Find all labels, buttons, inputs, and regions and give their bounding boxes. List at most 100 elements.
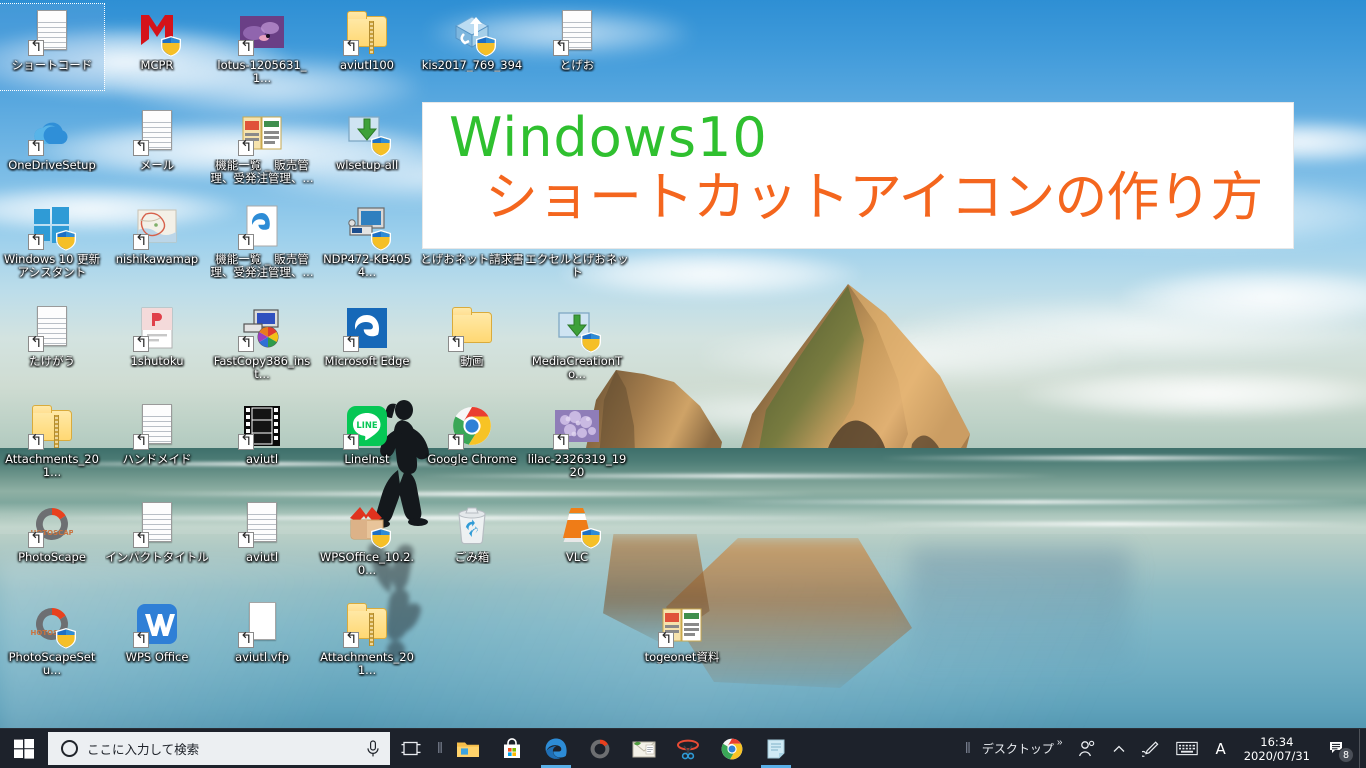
desktop-icon[interactable]: Microsoft Edge [315,300,419,386]
desktop-icon[interactable]: とげお [525,4,629,90]
search-input[interactable]: ここに入力して検索 [87,739,357,758]
desktop-icon[interactable]: VLC [525,496,629,582]
desktop-icon[interactable]: FastCopy386_inst... [210,300,314,386]
desktop-icon[interactable]: OneDriveSetup [0,104,104,190]
desktop-icon[interactable]: NDP472-KB4054... [315,198,419,284]
shortcut-arrow-overlay-icon [343,632,359,648]
desktop-icon[interactable]: ハンドメイド [105,398,209,484]
desktop-icon[interactable]: ショートコード [0,4,104,90]
desktop-icon[interactable]: 1shutoku [105,300,209,386]
desktop-icon-label: メール [105,159,209,172]
ime-mode-indicator[interactable]: A [1206,729,1234,768]
taskbar-mail[interactable] [622,729,666,768]
taskbar-sticky-notes[interactable] [754,729,798,768]
desktop-icon[interactable]: 機能一覧 _ 販売管理、受発注管理、... [210,104,314,190]
tray-people-button[interactable] [1070,729,1104,768]
fastcopy-icon [238,304,286,352]
taskbar-google-chrome[interactable] [710,729,754,768]
uac-shield-overlay-icon [370,527,392,549]
shortcut-arrow-overlay-icon [448,336,464,352]
svg-text:LINE: LINE [356,420,377,430]
desktop-icon[interactable]: aviutl [210,398,314,484]
uac-shield-overlay-icon [475,35,497,57]
desktop-icon-label: aviutl [210,453,314,466]
photo-lotus-icon [238,8,286,56]
file-explorer-icon [456,738,480,760]
folder-icon [448,304,496,352]
clock[interactable]: 16:34 2020/07/31 [1235,729,1319,768]
chevron-double-right-icon[interactable]: » [1057,737,1063,748]
tray-pen-workspace[interactable] [1134,729,1168,768]
desktop-icon[interactable]: PHOTOSCAPE PhotoScapeSetu... [0,596,104,682]
zipfolder-icon [28,402,76,450]
desktop-icon[interactable]: メール [105,104,209,190]
desktop-icon-label: ごみ箱 [420,551,524,564]
desktop-icon[interactable]: Windows 10 更新アシスタント [0,198,104,284]
start-button[interactable] [0,729,48,768]
wps-box-icon [343,500,391,548]
desktop-icon-label: lilac-2326319_1920 [525,453,629,479]
desktop-icon[interactable]: wlsetup-all [315,104,419,190]
chevron-up-icon [1112,742,1126,756]
desktop-icon[interactable]: MCPR [105,4,209,90]
taskbar-microsoft-edge[interactable] [534,729,578,768]
show-desktop-button[interactable] [1359,729,1366,768]
desktop-icon[interactable]: 機能一覧 _ 販売管理、受発注管理、... [210,198,314,284]
desktop-icon[interactable]: togeonet資料 [630,596,734,682]
booklet-icon [658,600,706,648]
tray-desktop-toolbar[interactable]: デスクトップ » [974,729,1071,768]
shortcut-arrow-overlay-icon [658,632,674,648]
desktop-icon[interactable]: lotus-1205631_1... [210,4,314,90]
desktop-icon[interactable]: LINE LineInst [315,398,419,484]
desktop-icon[interactable]: インパクトタイトル [105,496,209,582]
tray-show-hidden-icons[interactable] [1104,729,1134,768]
desktop-icon[interactable]: MediaCreationTo... [525,300,629,386]
shortcut-arrow-overlay-icon [343,40,359,56]
desktop-icon[interactable]: WPS Office [105,596,209,682]
desktop-icon[interactable]: Attachments_201... [315,596,419,682]
zipfolder-icon [343,600,391,648]
search-box[interactable]: ここに入力して検索 [48,732,390,765]
uac-shield-overlay-icon [160,35,182,57]
microphone-icon[interactable] [366,740,380,758]
desktop-icon[interactable]: Google Chrome [420,398,524,484]
desktop-icon[interactable]: たけがう [0,300,104,386]
uac-shield-overlay-icon [55,627,77,649]
doc-icon [133,402,181,450]
desktop-icon[interactable]: aviutl.vfp [210,596,314,682]
shortcut-arrow-overlay-icon [553,434,569,450]
uac-shield-overlay-icon [580,527,602,549]
shortcut-arrow-overlay-icon [448,434,464,450]
desktop-icon-label: インパクトタイトル [105,551,209,564]
taskbar-photoscape[interactable] [578,729,622,768]
desktop-icon[interactable]: 動画 [420,300,524,386]
tray-touch-keyboard[interactable] [1168,729,1206,768]
taskbar-snipping-tool[interactable] [666,729,710,768]
mcpr-icon [133,8,181,56]
desktop-icon[interactable]: kis2017_769_394 [420,4,524,90]
desktop-icon-label: 動画 [420,355,524,368]
touch-keyboard-icon [1176,741,1198,756]
taskbar-file-explorer[interactable] [446,729,490,768]
doc-icon [28,8,76,56]
desktop-icon[interactable]: PHOTOSCAPEPhotoScape [0,496,104,582]
edge-tile-icon [343,304,391,352]
desktop-icon-label: LineInst [315,453,419,466]
sticky-notes-icon [764,737,788,761]
desktop-icon-label: Attachments_201... [315,651,419,677]
desktop-icon[interactable]: Attachments_201... [0,398,104,484]
action-center-button[interactable]: 8 [1319,729,1359,768]
desktop-icon[interactable]: nishikawamap [105,198,209,284]
task-view-button[interactable] [390,729,434,768]
taskbar-microsoft-store[interactable] [490,729,534,768]
desktop-icon[interactable]: lilac-2326319_1920 [525,398,629,484]
desktop-icon[interactable]: aviutl100 [315,4,419,90]
people-icon [1078,740,1096,758]
desktop-icon[interactable]: ごみ箱 [420,496,524,582]
desktop-icon[interactable]: aviutl [210,496,314,582]
desktop-icon-label: VLC [525,551,629,564]
banner-title-line2: ショートカットアイコンの作り方 [485,167,1293,229]
desktop-icon[interactable]: WPSOffice_10.2.0... [315,496,419,582]
desktop-icon-label: aviutl.vfp [210,651,314,664]
task-view-icon [401,740,423,758]
